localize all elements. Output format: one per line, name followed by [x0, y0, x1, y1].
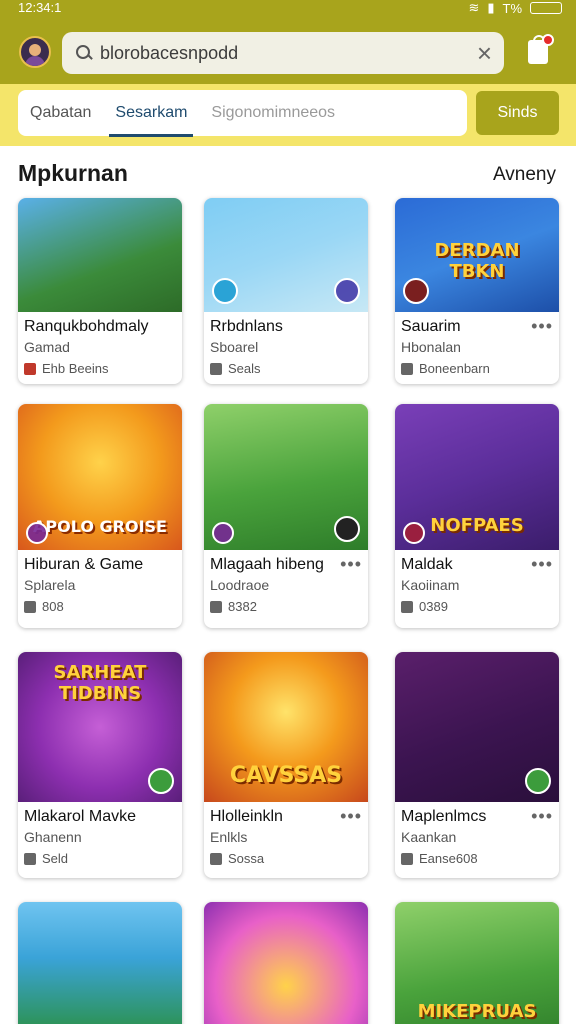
game-thumbnail [395, 652, 559, 802]
search-bar[interactable]: blorobacesnpodd × [62, 32, 504, 74]
more-options-icon[interactable]: ••• [340, 554, 362, 575]
shopping-bag-icon[interactable] [528, 34, 554, 64]
tab-bar: Qabatan Sesarkam Sigonomimneeos [18, 90, 467, 137]
game-card[interactable]: SARHEAT TIDBINS Mlakarol Mavke Ghanenn S… [18, 652, 182, 878]
more-options-icon[interactable]: ••• [531, 316, 553, 337]
card-subtitle: Hbonalan [401, 339, 461, 355]
game-card[interactable]: Ranqukbohdmaly Gamad Ehb Beeins [18, 198, 182, 384]
game-card[interactable] [18, 902, 182, 1024]
game-card[interactable]: Maplenlmcs ••• Kaankan Eanse608 [395, 652, 559, 878]
status-bar: 12:34:1 ≋ ▮ T% [0, 0, 576, 18]
card-subtitle: Splarela [24, 577, 76, 593]
card-meta: 0389 [401, 599, 553, 614]
card-meta: Seld [24, 851, 176, 866]
card-subtitle: Enlkls [210, 829, 248, 845]
game-badge-icon [148, 768, 174, 794]
tag-icon [210, 362, 222, 375]
tab-sesarkam[interactable]: Sesarkam [103, 90, 199, 137]
battery-icon [530, 2, 562, 14]
status-time: 12:34:1 [18, 0, 62, 15]
game-card[interactable] [204, 902, 368, 1024]
game-thumbnail [204, 198, 368, 312]
card-meta: 8382 [210, 599, 362, 614]
game-badge-icon [403, 278, 429, 304]
game-badge-icon [334, 278, 360, 304]
game-badge-icon [525, 768, 551, 794]
search-icon [74, 43, 94, 63]
card-subtitle: Kaankan [401, 829, 457, 845]
status-icons: ≋ ▮ T% [468, 0, 562, 16]
card-subtitle: Kaoiinam [401, 577, 460, 593]
game-badge-icon [334, 516, 360, 542]
game-badge-icon [403, 522, 425, 544]
card-subtitle: Gamad [24, 339, 70, 355]
tag-icon [24, 852, 36, 865]
game-badge-icon [26, 522, 48, 544]
card-subtitle: Loodraoe [210, 577, 270, 593]
game-card[interactable]: CAVSSAS Hlolleinkln ••• Enlkls Sossa [204, 652, 368, 878]
game-card[interactable]: Rrbdnlans Sboarel Seals [204, 198, 368, 384]
tag-icon [401, 852, 413, 865]
card-meta: Seals [210, 361, 362, 376]
notification-dot [542, 34, 554, 46]
search-input[interactable]: blorobacesnpodd [100, 43, 477, 64]
game-thumbnail: SARHEAT TIDBINS [18, 652, 182, 802]
wifi-icon: ≋ [468, 0, 480, 15]
more-options-icon[interactable]: ••• [531, 554, 553, 575]
signal-icon: ▮ [487, 0, 495, 15]
game-thumbnail: MIKEPRUAS [395, 902, 559, 1024]
game-thumbnail: CAVSSAS [204, 652, 368, 802]
avatar[interactable] [19, 36, 51, 68]
game-thumbnail [204, 902, 368, 1024]
tag-icon [210, 852, 222, 865]
card-title: Mlakarol Mavke [24, 808, 137, 825]
card-subtitle: Sboarel [210, 339, 259, 355]
tag-icon [401, 362, 413, 375]
tag-icon [24, 600, 36, 613]
battery-text: T% [502, 0, 523, 16]
game-badge-icon [212, 522, 234, 544]
card-subtitle: Ghanenn [24, 829, 82, 845]
card-meta: 808 [24, 599, 176, 614]
tag-icon [24, 362, 36, 375]
game-thumbnail [204, 404, 368, 550]
card-meta: Sossa [210, 851, 362, 866]
game-card[interactable]: NOFPAES Maldak ••• Kaoiinam 0389 [395, 404, 559, 628]
card-title: Hiburan & Game [24, 556, 144, 573]
card-meta: Eanse608 [401, 851, 553, 866]
card-title: Ranqukbohdmaly [24, 318, 149, 335]
section-link[interactable]: Avneny [493, 164, 556, 186]
game-thumbnail: NOFPAES [395, 404, 559, 550]
action-button[interactable]: Sinds [476, 91, 559, 135]
game-thumbnail [18, 198, 182, 312]
game-card[interactable]: DERDAN TBKN Sauarim ••• Hbonalan Boneenb… [395, 198, 559, 384]
game-badge-icon [212, 278, 238, 304]
tab-qabatan[interactable]: Qabatan [18, 90, 103, 136]
game-card[interactable]: APOLO GROISE Hiburan & Game Splarela 808 [18, 404, 182, 628]
game-card[interactable]: MIKEPRUAS [395, 902, 559, 1024]
card-meta: Ehb Beeins [24, 361, 176, 376]
close-icon[interactable]: × [477, 40, 492, 66]
tag-icon [210, 600, 222, 613]
more-options-icon[interactable]: ••• [340, 806, 362, 827]
more-options-icon[interactable]: ••• [531, 806, 553, 827]
card-meta: Boneenbarn [401, 361, 553, 376]
tag-icon [401, 600, 413, 613]
card-title: Rrbdnlans [210, 318, 283, 335]
game-thumbnail [18, 902, 182, 1024]
game-thumbnail: DERDAN TBKN [395, 198, 559, 312]
game-card[interactable]: Mlagaah hibeng ••• Loodraoe 8382 [204, 404, 368, 628]
game-thumbnail: APOLO GROISE [18, 404, 182, 550]
tab-sigonomimneeos[interactable]: Sigonomimneeos [199, 90, 347, 136]
section-title: Mpkurnan [18, 160, 128, 186]
